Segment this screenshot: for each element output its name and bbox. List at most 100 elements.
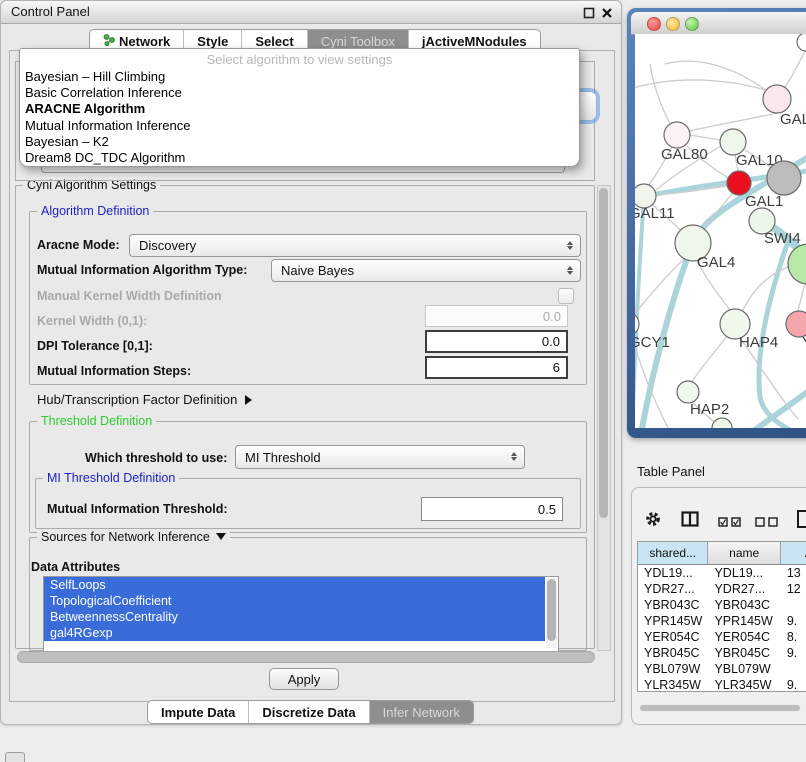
which-threshold-combobox[interactable]: MI Threshold bbox=[235, 445, 525, 469]
aracne-mode-value: Discovery bbox=[139, 238, 196, 253]
stepper-arrows-icon bbox=[510, 451, 517, 463]
tab-label: Network bbox=[119, 34, 170, 49]
algorithm-option[interactable]: Bayesian – Hill Climbing bbox=[20, 69, 579, 85]
settings-horizontal-scrollbar[interactable] bbox=[17, 651, 595, 663]
document-icon[interactable] bbox=[796, 509, 806, 534]
mi-algorithm-type-combobox[interactable]: Naive Bayes bbox=[271, 259, 581, 282]
network-edge bbox=[690, 113, 777, 131]
table-row[interactable]: YBR045C YBR045C 9. bbox=[638, 645, 806, 661]
algorithm-dropdown-placeholder: Select algorithm to view settings bbox=[20, 49, 579, 67]
mi-algorithm-type-label: Mutual Information Algorithm Type: bbox=[37, 263, 247, 277]
table-body: YDL19... YDL19... 13 YDR27... YDR27... 1… bbox=[638, 565, 806, 692]
table-row[interactable]: YDR27... YDR27... 12 bbox=[638, 581, 806, 597]
table-panel-window: shared... name A YDL19... YDL19... 13 YD… bbox=[631, 487, 806, 725]
column-header-clipped[interactable]: A bbox=[781, 542, 806, 564]
zoom-traffic-light[interactable] bbox=[685, 17, 699, 31]
threshold-definition-title: Threshold Definition bbox=[37, 414, 156, 428]
tab-discretize-data[interactable]: Discretize Data bbox=[248, 701, 368, 723]
table-row[interactable]: YPR145W YPR145W 9. bbox=[638, 613, 806, 629]
network-edge bbox=[743, 266, 790, 310]
tab-infer-network[interactable]: Infer Network bbox=[369, 701, 473, 723]
network-node[interactable] bbox=[664, 122, 690, 148]
network-node[interactable] bbox=[727, 171, 751, 195]
data-attributes-items: SelfLoopsTopologicalCoefficientBetweenne… bbox=[44, 577, 558, 641]
collapsed-arrow-icon bbox=[245, 395, 252, 405]
network-edge bbox=[650, 64, 670, 124]
manual-kernel-label: Manual Kernel Width Definition bbox=[37, 289, 222, 303]
table-panel-title: Table Panel bbox=[637, 464, 705, 479]
close-icon[interactable] bbox=[601, 6, 613, 18]
control-panel-window: Control Panel Network Style Select Cyni … bbox=[0, 0, 622, 725]
aracne-mode-combobox[interactable]: Discovery bbox=[129, 234, 581, 257]
dpi-tolerance-field[interactable]: 0.0 bbox=[425, 330, 568, 353]
table-row[interactable]: YDL19... YDL19... 13 bbox=[638, 565, 806, 581]
network-node[interactable] bbox=[788, 244, 806, 284]
deselect-all-checkboxes-icon[interactable] bbox=[755, 514, 779, 532]
mi-threshold-field[interactable]: 0.5 bbox=[421, 497, 563, 521]
list-scrollbar-thumb[interactable] bbox=[547, 579, 556, 641]
stepper-arrows-icon bbox=[566, 265, 573, 277]
dpi-tolerance-label: DPI Tolerance [0,1]: bbox=[37, 339, 153, 353]
network-node[interactable] bbox=[677, 381, 699, 403]
list-scrollbar[interactable] bbox=[546, 578, 557, 648]
select-all-checkboxes-icon[interactable] bbox=[718, 514, 742, 532]
table-scrollbar-thumb[interactable] bbox=[640, 705, 800, 711]
table-row[interactable]: YLR345W YLR345W 9. bbox=[638, 677, 806, 692]
network-node-label: GAL11 bbox=[635, 205, 675, 222]
network-edge bbox=[785, 51, 805, 87]
minimized-window-fragment[interactable] bbox=[5, 752, 25, 762]
algorithm-option[interactable]: ARACNE Algorithm bbox=[20, 101, 579, 117]
algorithm-options-list: Bayesian – Hill ClimbingBasic Correlatio… bbox=[20, 69, 579, 166]
network-node[interactable] bbox=[763, 85, 791, 113]
sources-group-title[interactable]: Sources for Network Inference bbox=[37, 530, 230, 544]
algorithm-option[interactable]: Basic Correlation Inference bbox=[20, 85, 579, 101]
network-node[interactable] bbox=[797, 34, 806, 51]
tab-label: Discretize Data bbox=[262, 705, 355, 720]
mi-steps-field[interactable]: 6 bbox=[425, 356, 568, 379]
tab-label: Cyni Toolbox bbox=[321, 34, 395, 49]
settings-scrollbar-thumb[interactable] bbox=[599, 188, 608, 518]
tab-label: Select bbox=[255, 34, 293, 49]
node-table: shared... name A YDL19... YDL19... 13 YD… bbox=[637, 541, 806, 692]
attribute-item[interactable]: TopologicalCoefficient bbox=[44, 593, 545, 609]
table-horizontal-scrollbar[interactable] bbox=[639, 704, 806, 712]
hub-definition-label: Hub/Transcription Factor Definition bbox=[37, 392, 237, 407]
network-canvas[interactable]: GALGAL80GAL10GAL1GAL11SWI4GAL4GCY1HAP4YH… bbox=[635, 34, 806, 428]
algorithm-option[interactable]: Bayesian – K2 bbox=[20, 134, 579, 150]
network-node-label: Y bbox=[802, 334, 806, 351]
network-node-label: GAL4 bbox=[697, 254, 735, 271]
float-window-icon[interactable] bbox=[583, 6, 595, 18]
algorithm-option[interactable]: Mutual Information Inference bbox=[20, 118, 579, 134]
aracne-mode-label: Aracne Mode: bbox=[37, 238, 120, 252]
attribute-item[interactable]: SelfLoops bbox=[44, 577, 545, 593]
data-attributes-label: Data Attributes bbox=[31, 560, 120, 574]
table-row[interactable]: YBR043C YBR043C bbox=[638, 597, 806, 613]
algorithm-option[interactable]: Dream8 DC_TDC Algorithm bbox=[20, 150, 579, 166]
network-view-window: GALGAL80GAL10GAL1GAL11SWI4GAL4GCY1HAP4YH… bbox=[627, 8, 806, 438]
attribute-item[interactable]: BetweennessCentrality bbox=[44, 609, 545, 625]
settings-vertical-scrollbar[interactable] bbox=[597, 185, 611, 651]
network-edge bbox=[759, 236, 790, 428]
tab-impute-data[interactable]: Impute Data bbox=[148, 701, 248, 723]
column-header-shared-name[interactable]: shared... bbox=[638, 542, 708, 564]
expanded-arrow-icon bbox=[216, 533, 226, 540]
manual-kernel-checkbox[interactable] bbox=[558, 288, 574, 304]
kernel-width-field[interactable]: 0.0 bbox=[425, 305, 568, 327]
gear-icon[interactable] bbox=[645, 511, 661, 532]
table-row[interactable]: YBL079W YBL079W bbox=[638, 661, 806, 677]
bottom-tabbar: Impute Data Discretize Data Infer Networ… bbox=[147, 700, 474, 724]
window-title: Control Panel bbox=[11, 1, 90, 23]
minimize-traffic-light[interactable] bbox=[666, 17, 680, 31]
table-row[interactable]: YER054C YER054C 8. bbox=[638, 629, 806, 645]
network-node-label: GCY1 bbox=[635, 334, 670, 351]
close-traffic-light[interactable] bbox=[647, 17, 661, 31]
mi-threshold-label: Mutual Information Threshold: bbox=[47, 502, 228, 516]
attribute-item[interactable]: gal4RGexp bbox=[44, 625, 545, 641]
column-header-name[interactable]: name bbox=[708, 542, 780, 564]
desktop: Control Panel Network Style Select Cyni … bbox=[0, 0, 806, 762]
apply-button[interactable]: Apply bbox=[269, 668, 339, 690]
network-node[interactable] bbox=[712, 418, 732, 428]
hub-definition-expander[interactable]: Hub/Transcription Factor Definition bbox=[37, 392, 252, 407]
network-node[interactable] bbox=[767, 161, 801, 195]
show-columns-icon[interactable] bbox=[681, 511, 699, 532]
